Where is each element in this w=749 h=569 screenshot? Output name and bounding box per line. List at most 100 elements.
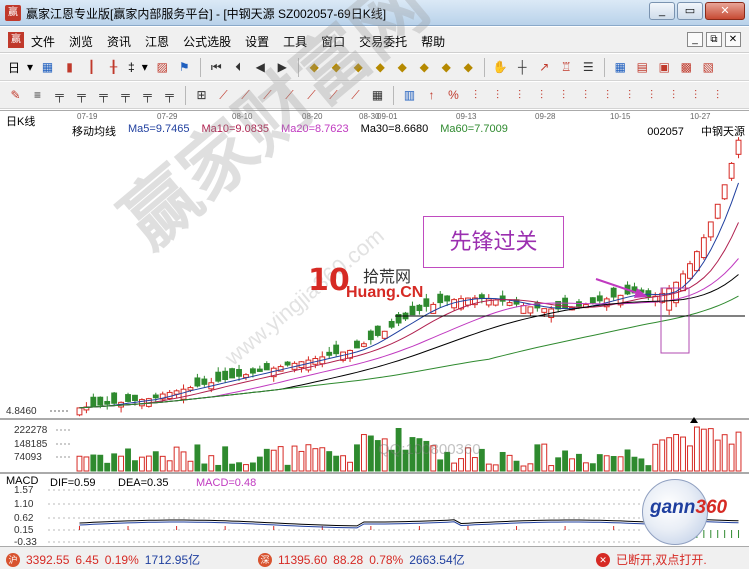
screen-icon[interactable]: ▣ <box>655 58 674 77</box>
mdi-restore-button[interactable]: ⧉ <box>706 32 722 47</box>
tool-icon-3[interactable]: ╤ <box>94 86 113 105</box>
period-caret-icon[interactable]: ▾ <box>25 60 35 74</box>
volume-bar <box>319 447 326 472</box>
crosshair-icon[interactable]: ┼ <box>513 58 532 77</box>
chart-icon-4[interactable]: ⫶ <box>532 86 551 105</box>
volume-bar <box>159 455 166 472</box>
volume-bar <box>180 451 187 472</box>
volume-bar <box>249 462 256 472</box>
volume-bar <box>277 446 284 472</box>
hand-icon[interactable]: ✋ <box>491 58 510 77</box>
volume-bar <box>693 426 700 472</box>
chart-icon-9[interactable]: ⫶ <box>642 86 661 105</box>
chart-icon-1[interactable]: ⫶ <box>466 86 485 105</box>
tool-icon-5[interactable]: ╤ <box>138 86 157 105</box>
rise-icon[interactable]: ↑ <box>422 86 441 105</box>
diamond-icon-7[interactable]: ◆ <box>437 58 456 77</box>
volume-bar <box>687 445 693 472</box>
menu-item-4[interactable]: 公式选股 <box>183 33 231 50</box>
gann-grid-icon[interactable]: ▨ <box>153 58 172 77</box>
menu-item-1[interactable]: 浏览 <box>69 33 93 50</box>
volume-bar <box>333 455 340 472</box>
period-select[interactable]: 日 <box>6 59 22 76</box>
chart-mode-icon[interactable]: ▦ <box>38 58 57 77</box>
candle-body <box>589 297 596 304</box>
volume-bar <box>111 453 118 472</box>
percent-icon[interactable]: % <box>444 86 463 105</box>
volume-bar <box>194 444 201 472</box>
menu-item-3[interactable]: 江恩 <box>145 33 169 50</box>
indicator-name: 移动均线 <box>72 126 116 138</box>
menu-item-2[interactable]: 资讯 <box>107 33 131 50</box>
volume-bar <box>596 454 603 472</box>
volume-bar <box>499 451 506 472</box>
candle-body <box>76 407 83 416</box>
chart-icon-5[interactable]: ⫶ <box>554 86 573 105</box>
sh-index-icon[interactable]: 沪 <box>6 552 20 567</box>
chart-icon-7[interactable]: ⫶ <box>598 86 617 105</box>
maximize-button[interactable]: ▭ <box>677 2 703 20</box>
chart-icon-11[interactable]: ⫶ <box>686 86 705 105</box>
pen-icon[interactable]: ✎ <box>6 86 25 105</box>
candle-body <box>610 287 617 298</box>
connection-icon[interactable]: ✕ <box>596 552 610 567</box>
candle-body <box>478 294 485 299</box>
kline-chart-panel[interactable]: 07-19 07-29 08-10 08-20 08-30 09-01 09-13 09-28… <box>0 0 749 546</box>
volume-bar <box>305 444 312 472</box>
updown-select[interactable]: ‡ <box>126 60 137 74</box>
app-icon: 赢 <box>5 5 21 21</box>
diamond-icon-6[interactable]: ◆ <box>415 58 434 77</box>
sz-index-icon[interactable]: 深 <box>258 552 272 567</box>
volume-bar <box>243 464 249 472</box>
doc-icon[interactable]: ▤ <box>633 58 652 77</box>
chart-icon-3[interactable]: ⫶ <box>510 86 529 105</box>
flag-icon[interactable]: ⚑ <box>175 58 194 77</box>
first-icon[interactable]: ⏮ <box>207 58 226 77</box>
chart-icon-6[interactable]: ⫶ <box>576 86 595 105</box>
tool-icon-2[interactable]: ╤ <box>72 86 91 105</box>
trend-icon[interactable]: ↗ <box>535 58 554 77</box>
mdi-minimize-button[interactable]: _ <box>687 32 703 47</box>
minimize-button[interactable]: _ <box>649 2 675 20</box>
volume-bar <box>90 454 97 472</box>
volume-bar <box>728 443 735 472</box>
tool-icon-4[interactable]: ╤ <box>116 86 135 105</box>
stats-icon[interactable]: ▥ <box>400 86 419 105</box>
menu-item-0[interactable]: 文件 <box>31 33 55 50</box>
chart-icon-2[interactable]: ⫶ <box>488 86 507 105</box>
volume-bar <box>624 449 631 472</box>
candle-body <box>333 344 340 355</box>
macd-axis-label: 0.62 <box>14 513 34 524</box>
close-button[interactable]: ✕ <box>705 2 745 20</box>
volume-bar <box>215 464 222 472</box>
chart-icon-12[interactable]: ⫶ <box>708 86 727 105</box>
bars-icon[interactable]: ≡ <box>28 86 47 105</box>
kline-icon[interactable]: ▮ <box>60 58 79 77</box>
volume-bar <box>617 456 624 472</box>
connection-status[interactable]: 已断开,双点打开. <box>616 551 707 568</box>
list-icon[interactable]: ☰ <box>579 58 598 77</box>
volume-bar <box>83 456 90 472</box>
camera-icon[interactable]: ▧ <box>699 58 718 77</box>
tool-icon-1[interactable]: ╤ <box>50 86 69 105</box>
lock-icon[interactable]: ▩ <box>677 58 696 77</box>
updown-caret-icon[interactable]: ▾ <box>140 60 150 74</box>
chart-icon-8[interactable]: ⫶ <box>620 86 639 105</box>
volume-bar <box>354 444 360 472</box>
mdi-close-button[interactable]: ✕ <box>725 32 741 47</box>
volume-bar <box>166 460 173 472</box>
volume-bar <box>256 456 263 472</box>
candle-body <box>492 299 499 306</box>
bar-chart-icon[interactable]: ┃ <box>82 58 101 77</box>
candle-body <box>354 340 360 349</box>
ohlc-icon[interactable]: ╂ <box>104 58 123 77</box>
tool-icon-6[interactable]: ╤ <box>160 86 179 105</box>
chart-icon-10[interactable]: ⫶ <box>664 86 683 105</box>
volume-bar <box>229 463 236 472</box>
candle-icon[interactable]: ♖ <box>557 58 576 77</box>
volume-bar <box>652 443 659 472</box>
volume-bar <box>638 458 645 472</box>
sh-change: 6.45 <box>75 552 99 567</box>
diamond-icon-8[interactable]: ◆ <box>459 58 478 77</box>
calendar-icon[interactable]: ▦ <box>611 58 630 77</box>
